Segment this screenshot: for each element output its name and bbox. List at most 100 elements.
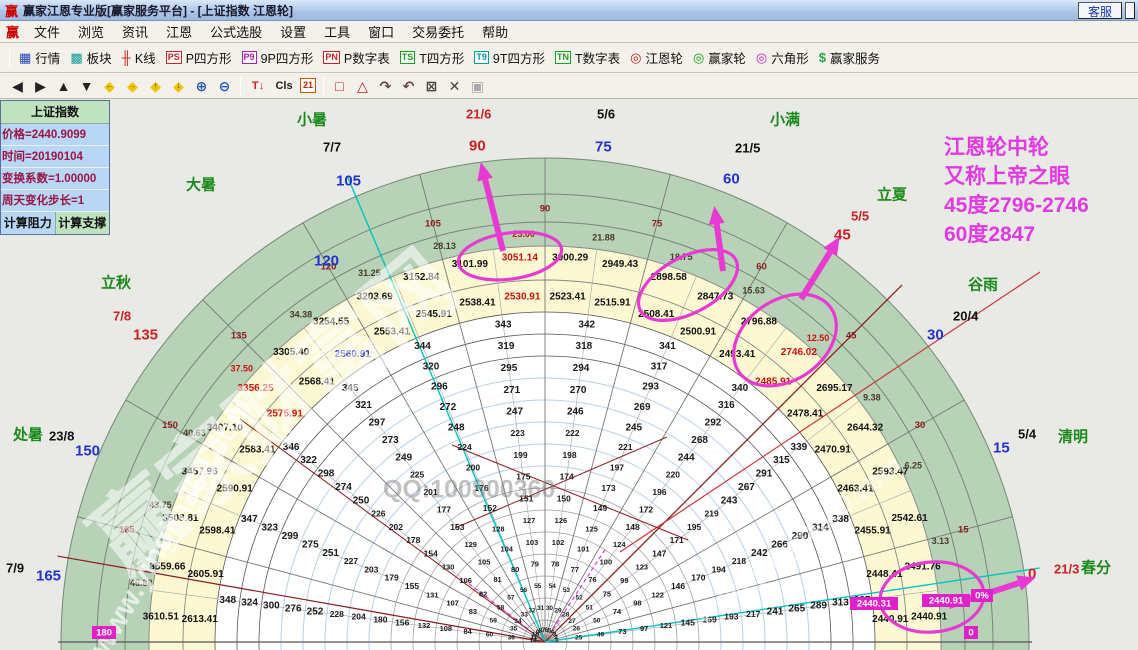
chart-area: 1234567891011122526272829303132333435364… <box>0 99 1138 650</box>
svg-text:2515.91: 2515.91 <box>594 297 631 308</box>
svg-text:7/9: 7/9 <box>6 560 24 575</box>
9p-square-label: 9P四方形 <box>261 48 314 67</box>
svg-text:103: 103 <box>526 538 539 547</box>
svg-text:148: 148 <box>626 522 640 532</box>
svg-text:49: 49 <box>597 631 605 638</box>
svg-text:153: 153 <box>450 522 464 532</box>
rect-tool-icon[interactable]: □ <box>328 75 351 97</box>
menu-文件[interactable]: 文件 <box>25 20 69 43</box>
svg-text:276: 276 <box>285 603 302 614</box>
svg-text:170: 170 <box>691 573 705 583</box>
nav-down-icon[interactable]: ▼ <box>75 75 98 97</box>
svg-text:131: 131 <box>426 590 439 599</box>
toolbar-item-p-table[interactable]: PNP数字表 <box>318 46 394 69</box>
svg-text:204: 204 <box>352 612 366 622</box>
p-table-label: P数字表 <box>344 48 390 67</box>
svg-text:197: 197 <box>610 463 624 473</box>
svg-text:126: 126 <box>555 516 568 525</box>
svg-text:265: 265 <box>788 603 805 614</box>
toolbar-item-gann-wheel[interactable]: ◎江恩轮 <box>625 46 688 69</box>
t-down-icon[interactable]: T↓ <box>245 75 271 97</box>
clear-icon[interactable]: ▣ <box>466 75 489 97</box>
svg-text:274: 274 <box>335 482 352 493</box>
svg-text:80: 80 <box>511 565 519 574</box>
svg-text:174: 174 <box>560 472 574 482</box>
titlebar-partial-button[interactable] <box>1125 2 1135 19</box>
fit-icon[interactable]: ✕ <box>443 75 466 97</box>
svg-text:58: 58 <box>497 605 505 612</box>
svg-text:180: 180 <box>96 628 112 639</box>
triangle-tool-icon[interactable]: △ <box>351 75 374 97</box>
menu-设置[interactable]: 设置 <box>271 20 315 43</box>
svg-text:15.63: 15.63 <box>742 286 765 296</box>
svg-text:2949.43: 2949.43 <box>602 259 639 270</box>
menu-工具[interactable]: 工具 <box>315 20 359 43</box>
box-select-icon[interactable]: ⊠ <box>420 75 443 97</box>
zoom-out-icon[interactable]: ⊖ <box>213 75 236 97</box>
svg-text:83: 83 <box>469 607 477 616</box>
nav-up-icon[interactable]: ▲ <box>52 75 75 97</box>
menu-交易委托[interactable]: 交易委托 <box>403 20 473 43</box>
svg-text:150: 150 <box>557 493 571 503</box>
toolbar-item-9p-square[interactable]: P99P四方形 <box>237 46 319 69</box>
calendar-icon[interactable]: 21 <box>300 78 316 93</box>
svg-text:299: 299 <box>282 531 299 542</box>
svg-text:105: 105 <box>478 558 491 567</box>
diamond-up-icon[interactable]: ◆↑ <box>144 75 167 97</box>
toolbar-item-p-square[interactable]: PSP四方形 <box>161 46 237 69</box>
cls-button[interactable]: Cls <box>271 75 297 97</box>
calc-support-button[interactable]: 计算支撑 <box>56 212 110 234</box>
menu-资讯[interactable]: 资讯 <box>113 20 157 43</box>
diamond-left-icon[interactable]: ◆← <box>98 75 121 97</box>
diamond-up-icon-arrow: ↑ <box>144 75 167 97</box>
svg-text:2644.32: 2644.32 <box>847 423 884 434</box>
diamond-down-icon[interactable]: ◆↓ <box>167 75 190 97</box>
toolbar-item-hexagon[interactable]: ◎六角形 <box>751 46 814 69</box>
svg-text:3610.51: 3610.51 <box>143 611 180 622</box>
menu-公式选股[interactable]: 公式选股 <box>201 20 271 43</box>
svg-text:178: 178 <box>406 535 420 545</box>
svg-text:223: 223 <box>510 428 524 438</box>
toolbar-item-kline[interactable]: ╫K线 <box>117 46 161 69</box>
toolbar-item-9t-square[interactable]: T99T四方形 <box>469 46 550 69</box>
menu-浏览[interactable]: 浏览 <box>69 20 113 43</box>
annotation-note-line-3: 60度2847 <box>944 220 1089 249</box>
nav-prev-icon[interactable]: ◀ <box>6 75 29 97</box>
menu-江恩[interactable]: 江恩 <box>157 20 201 43</box>
svg-text:2605.91: 2605.91 <box>188 569 225 580</box>
diamond-left-icon-arrow: ← <box>98 75 121 97</box>
rotate-ccw-icon[interactable]: ↶ <box>397 75 420 97</box>
toolbar-item-t-square[interactable]: TST四方形 <box>395 46 470 69</box>
rotate-cw-icon[interactable]: ↷ <box>374 75 397 97</box>
svg-text:217: 217 <box>746 609 760 619</box>
svg-text:202: 202 <box>389 522 403 532</box>
svg-text:245: 245 <box>625 422 642 433</box>
svg-text:50: 50 <box>593 617 601 624</box>
diamond-right-icon[interactable]: ◆→ <box>121 75 144 97</box>
svg-text:315: 315 <box>773 455 790 466</box>
svg-text:3051.14: 3051.14 <box>502 252 539 263</box>
annotation-note-line-1: 又称上帝之眼 <box>944 162 1089 191</box>
toolbar-item-sectors[interactable]: ▩板块 <box>65 46 116 69</box>
svg-text:45: 45 <box>846 330 857 341</box>
svg-text:9.38: 9.38 <box>863 392 881 402</box>
toolbar-item-winner-service[interactable]: $赢家服务 <box>814 46 885 69</box>
svg-text:立夏: 立夏 <box>877 186 908 204</box>
svg-text:313: 313 <box>832 598 849 609</box>
toolbar-item-t-table[interactable]: TNT数字表 <box>550 46 625 69</box>
toolbar-item-winner-wheel[interactable]: ◎赢家轮 <box>688 46 751 69</box>
svg-text:128: 128 <box>492 524 505 533</box>
customer-service-button[interactable]: 客服 <box>1078 2 1122 19</box>
calc-resistance-button[interactable]: 计算阻力 <box>1 212 56 234</box>
zoom-in-icon[interactable]: ⊕ <box>190 75 213 97</box>
svg-text:15: 15 <box>958 524 969 535</box>
svg-text:30: 30 <box>927 327 944 344</box>
menu-窗口[interactable]: 窗口 <box>359 20 403 43</box>
toolbar-item-quotes[interactable]: ▦行情 <box>14 46 65 69</box>
svg-text:293: 293 <box>642 382 659 393</box>
nav-next-icon[interactable]: ▶ <box>29 75 52 97</box>
menu-帮助[interactable]: 帮助 <box>473 20 517 43</box>
winner-service-icon: $ <box>819 51 826 64</box>
svg-text:21/3: 21/3 <box>1054 561 1079 576</box>
svg-text:74: 74 <box>613 607 622 616</box>
